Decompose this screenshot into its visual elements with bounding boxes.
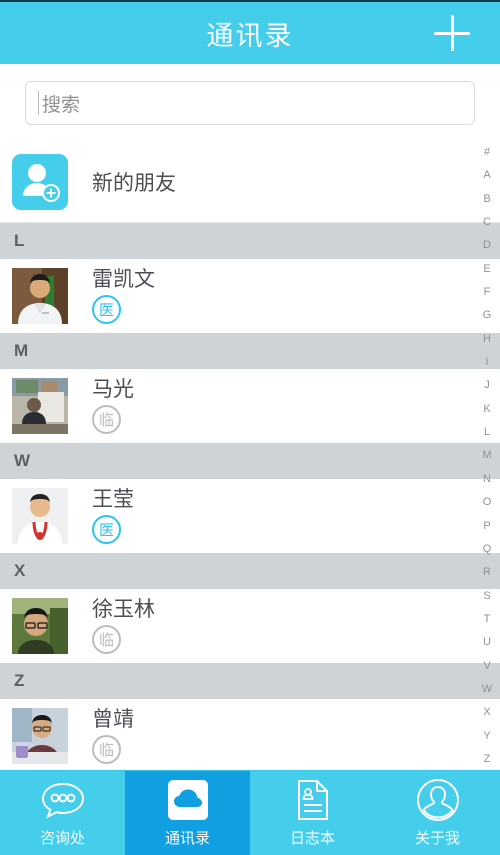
document-icon <box>295 778 331 822</box>
contact-info: 徐玉林 临 <box>92 597 155 655</box>
index-letter[interactable]: D <box>483 240 491 251</box>
contact-name: 王莹 <box>92 487 134 511</box>
index-letter[interactable]: W <box>482 683 492 695</box>
tab-journal[interactable]: 日志本 <box>250 771 375 855</box>
contact-row[interactable]: 曾靖 临 <box>0 699 500 770</box>
search-placeholder: 搜索 <box>42 94 81 116</box>
index-letter[interactable]: P <box>483 520 490 532</box>
contact-name: 雷凯文 <box>92 267 155 291</box>
index-letter[interactable]: L <box>484 427 490 438</box>
contact-name: 马光 <box>92 377 134 401</box>
tab-label: 日志本 <box>289 830 335 847</box>
contact-row[interactable]: 徐玉林 临 <box>0 589 500 663</box>
index-letter[interactable]: V <box>483 660 490 672</box>
index-letter[interactable]: M <box>482 450 491 461</box>
status-badge: 临 <box>92 625 121 655</box>
person-circle-icon <box>416 778 460 822</box>
cloud-icon <box>166 778 210 822</box>
tab-label: 通讯录 <box>164 830 210 847</box>
contact-row[interactable]: 雷凯文 医 <box>0 259 500 333</box>
avatar <box>12 708 68 764</box>
section-header: M <box>0 333 500 369</box>
index-letter[interactable]: R <box>483 567 491 578</box>
contact-name: 徐玉林 <box>92 597 155 621</box>
index-letter[interactable]: H <box>483 333 491 345</box>
index-letter[interactable]: Y <box>483 730 490 742</box>
index-letter[interactable]: G <box>483 310 492 321</box>
index-letter[interactable]: K <box>483 403 490 415</box>
tab-label: 咨询处 <box>39 830 85 847</box>
contact-info: 王莹 医 <box>92 487 134 545</box>
index-letter[interactable]: J <box>484 380 490 391</box>
index-letter[interactable]: S <box>483 590 490 602</box>
avatar <box>12 598 68 654</box>
text-caret <box>38 91 39 115</box>
contact-info: 马光 临 <box>92 377 134 435</box>
page-title: 通讯录 <box>206 20 294 51</box>
new-friend-label: 新的朋友 <box>92 171 176 195</box>
index-letter[interactable]: N <box>483 473 491 485</box>
index-letter[interactable]: A <box>483 170 490 181</box>
alphabet-index[interactable]: # A B C D E F G H I J K L M N O P Q R S T U V W X Y Z <box>474 145 500 767</box>
contact-row[interactable]: 王莹 医 <box>0 479 500 553</box>
section-header: W <box>0 443 500 479</box>
search-input[interactable]: 搜索 <box>25 81 475 125</box>
index-letter[interactable]: I <box>485 357 488 368</box>
person-add-icon <box>12 153 68 210</box>
index-letter[interactable]: T <box>484 613 491 625</box>
contact-info: 雷凯文 医 <box>92 267 155 325</box>
index-letter[interactable]: E <box>483 263 490 275</box>
tab-label: 关于我 <box>414 830 460 847</box>
contact-info: 曾靖 临 <box>92 707 134 765</box>
plus-icon[interactable] <box>430 11 474 55</box>
index-letter[interactable]: Z <box>484 753 491 765</box>
section-header: X <box>0 553 500 589</box>
index-letter[interactable]: C <box>483 217 491 228</box>
list-item-new-friend[interactable]: 新的朋友 <box>0 141 500 223</box>
tab-about-me[interactable]: 关于我 <box>375 771 500 855</box>
chat-bubble-icon <box>40 778 86 822</box>
contact-list: 新的朋友 L 雷凯文 医 M 马光 临 W 王莹 医 X 徐玉林 临 Z 曾靖 … <box>0 141 500 770</box>
index-letter[interactable]: F <box>484 287 491 298</box>
section-header: L <box>0 223 500 259</box>
section-header: Z <box>0 663 500 699</box>
tab-consult[interactable]: 咨询处 <box>0 771 125 855</box>
avatar <box>12 268 68 324</box>
index-letter[interactable]: Q <box>483 543 492 555</box>
index-letter[interactable]: # <box>484 147 490 158</box>
avatar <box>12 488 68 544</box>
contact-row[interactable]: 马光 临 <box>0 369 500 443</box>
status-badge: 医 <box>92 515 121 545</box>
index-letter[interactable]: O <box>483 497 492 508</box>
app-header: 通讯录 <box>0 0 500 64</box>
bottom-navigation: 咨询处 通讯录 日志本 关于我 <box>0 770 500 855</box>
index-letter[interactable]: U <box>483 637 491 648</box>
index-letter[interactable]: B <box>483 193 490 205</box>
search-area: 搜索 <box>0 64 500 141</box>
contact-name: 曾靖 <box>92 707 134 731</box>
status-badge: 临 <box>92 735 121 765</box>
tab-contacts[interactable]: 通讯录 <box>125 771 250 855</box>
index-letter[interactable]: X <box>483 707 490 718</box>
status-badge: 临 <box>92 405 121 435</box>
avatar <box>12 378 68 434</box>
status-badge: 医 <box>92 295 121 325</box>
